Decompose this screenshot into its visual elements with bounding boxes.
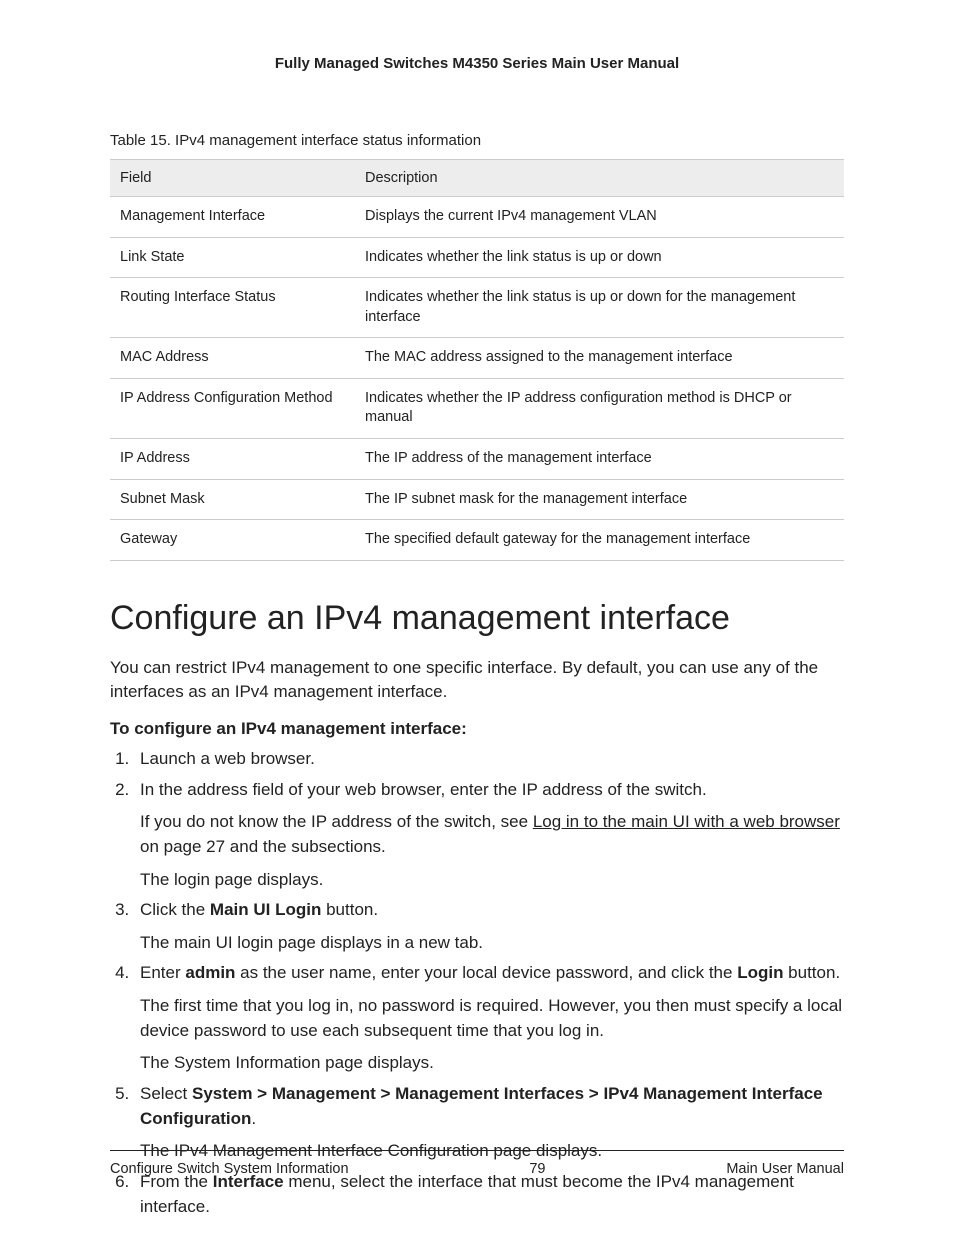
- table-row: Routing Interface Status Indicates wheth…: [110, 278, 844, 338]
- table-cell-desc: The MAC address assigned to the manageme…: [355, 338, 844, 379]
- document-header: Fully Managed Switches M4350 Series Main…: [110, 55, 844, 72]
- table-cell-field: Link State: [110, 237, 355, 278]
- section-heading: Configure an IPv4 management interface: [110, 599, 844, 638]
- table-cell-desc: The IP subnet mask for the management in…: [355, 479, 844, 520]
- table-row: Subnet Mask The IP subnet mask for the m…: [110, 479, 844, 520]
- table-row: MAC Address The MAC address assigned to …: [110, 338, 844, 379]
- step-6: From the Interface menu, select the inte…: [134, 1170, 844, 1219]
- footer-right: Main User Manual: [726, 1161, 844, 1177]
- table-cell-desc: Indicates whether the link status is up …: [355, 278, 844, 338]
- step-note: The login page displays.: [140, 868, 844, 893]
- table-cell-desc: Displays the current IPv4 management VLA…: [355, 197, 844, 238]
- table-caption: Table 15. IPv4 management interface stat…: [110, 132, 844, 149]
- table-cell-desc: Indicates whether the link status is up …: [355, 237, 844, 278]
- table-row: Link State Indicates whether the link st…: [110, 237, 844, 278]
- table-cell-field: Subnet Mask: [110, 479, 355, 520]
- procedure-list: Launch a web browser. In the address fie…: [110, 747, 844, 1219]
- page-footer: Configure Switch System Information 79 M…: [110, 1150, 844, 1177]
- text: .: [251, 1109, 256, 1128]
- table-cell-field: Routing Interface Status: [110, 278, 355, 338]
- procedure-subhead: To configure an IPv4 management interfac…: [110, 719, 844, 739]
- table-row: IP Address Configuration Method Indicate…: [110, 378, 844, 438]
- footer-left: Configure Switch System Information: [110, 1161, 349, 1177]
- table-row: Management Interface Displays the curren…: [110, 197, 844, 238]
- text: button.: [783, 963, 840, 982]
- step-note: The System Information page displays.: [140, 1051, 844, 1076]
- ui-label: admin: [185, 963, 235, 982]
- ui-label: Main UI Login: [210, 900, 321, 919]
- step-note: If you do not know the IP address of the…: [140, 810, 844, 859]
- step-1: Launch a web browser.: [134, 747, 844, 772]
- text: Click the: [140, 900, 210, 919]
- text: on page 27 and the subsections.: [140, 837, 386, 856]
- ui-label: Login: [737, 963, 783, 982]
- step-4: Enter admin as the user name, enter your…: [134, 961, 844, 1076]
- table-header-description: Description: [355, 160, 844, 197]
- text: as the user name, enter your local devic…: [235, 963, 737, 982]
- table-cell-desc: Indicates whether the IP address configu…: [355, 378, 844, 438]
- table-header-field: Field: [110, 160, 355, 197]
- intro-paragraph: You can restrict IPv4 management to one …: [110, 656, 844, 705]
- nav-path: System > Management > Management Interfa…: [140, 1084, 823, 1128]
- table-row: Gateway The specified default gateway fo…: [110, 520, 844, 561]
- step-2: In the address field of your web browser…: [134, 778, 844, 893]
- table-cell-field: IP Address: [110, 438, 355, 479]
- table-header-row: Field Description: [110, 160, 844, 197]
- text: Enter: [140, 963, 185, 982]
- table-cell-field: MAC Address: [110, 338, 355, 379]
- step-note: The first time that you log in, no passw…: [140, 994, 844, 1043]
- document-page: Fully Managed Switches M4350 Series Main…: [0, 0, 954, 1235]
- table-cell-field: Gateway: [110, 520, 355, 561]
- step-text: Launch a web browser.: [140, 749, 315, 768]
- cross-reference-link[interactable]: Log in to the main UI with a web browser: [533, 812, 840, 831]
- status-table: Field Description Management Interface D…: [110, 159, 844, 561]
- text: button.: [321, 900, 378, 919]
- table-row: IP Address The IP address of the managem…: [110, 438, 844, 479]
- step-text: In the address field of your web browser…: [140, 780, 707, 799]
- table-cell-field: IP Address Configuration Method: [110, 378, 355, 438]
- text: If you do not know the IP address of the…: [140, 812, 533, 831]
- footer-page-number: 79: [529, 1161, 545, 1177]
- table-cell-desc: The specified default gateway for the ma…: [355, 520, 844, 561]
- step-3: Click the Main UI Login button. The main…: [134, 898, 844, 955]
- text: Select: [140, 1084, 192, 1103]
- table-cell-field: Management Interface: [110, 197, 355, 238]
- step-note: The main UI login page displays in a new…: [140, 931, 844, 956]
- table-cell-desc: The IP address of the management interfa…: [355, 438, 844, 479]
